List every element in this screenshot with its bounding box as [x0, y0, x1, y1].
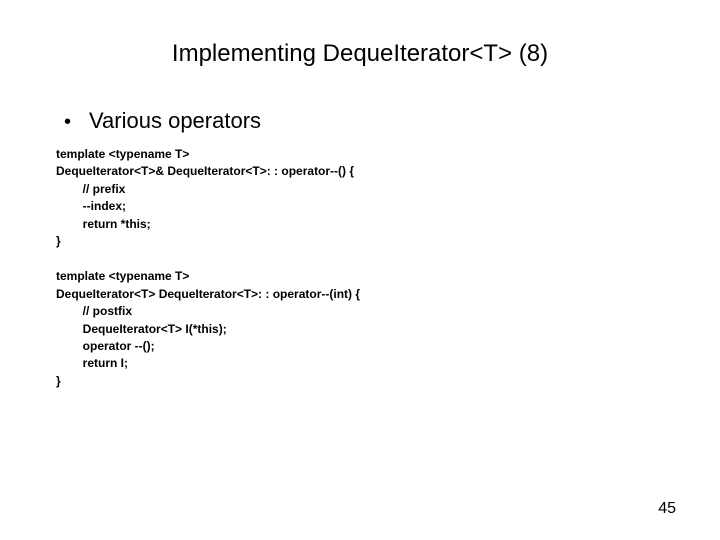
code-block-postfix: template <typename T> DequeIterator<T> D…: [56, 268, 670, 390]
code-block-prefix: template <typename T> DequeIterator<T>& …: [56, 146, 670, 250]
slide: Implementing DequeIterator<T> (8) • Vari…: [0, 0, 720, 540]
bullet-dot-icon: •: [64, 112, 71, 132]
bullet-text: Various operators: [89, 108, 261, 134]
bullet-item: • Various operators: [64, 108, 670, 134]
slide-title: Implementing DequeIterator<T> (8): [50, 40, 670, 68]
page-number: 45: [658, 500, 676, 518]
